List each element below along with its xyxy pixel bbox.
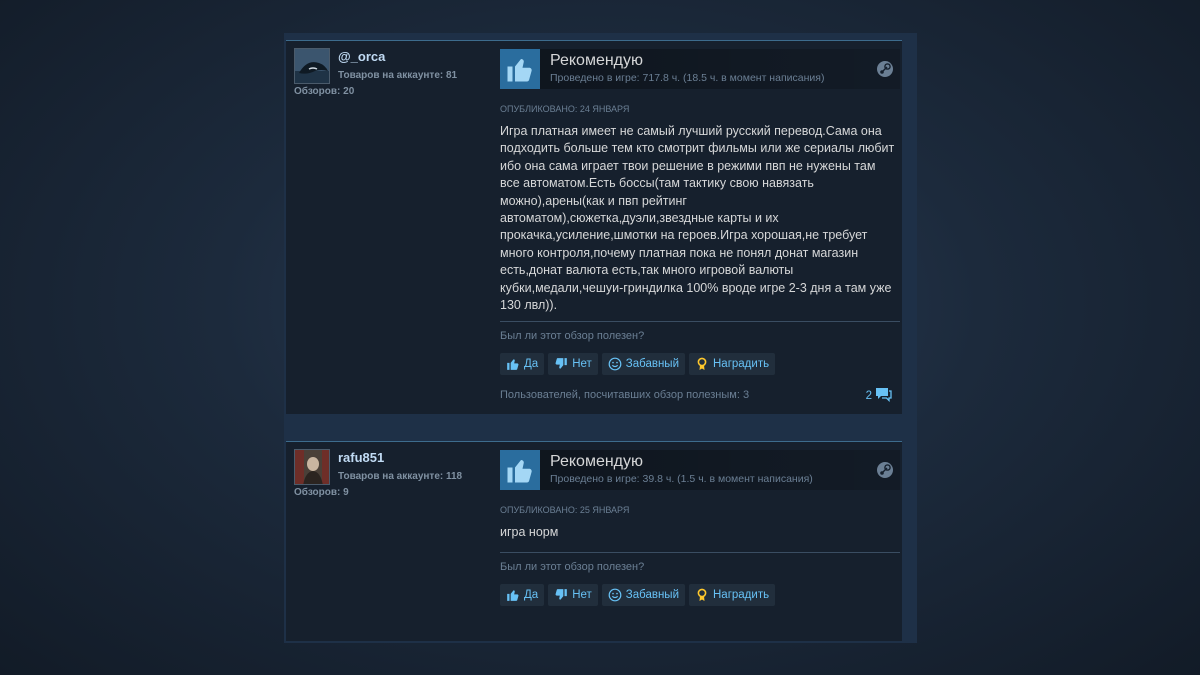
review-divider [284, 414, 917, 441]
vote-funny-button[interactable]: Забавный [601, 584, 685, 606]
review-text: Игра платная имеет не самый лучший русск… [500, 124, 895, 313]
vote-yes-label: Да [524, 589, 539, 601]
separator [500, 321, 900, 322]
steam-icon [876, 461, 894, 479]
thumb-down-small-icon [554, 588, 568, 602]
comments-link[interactable]: 2 [866, 387, 892, 405]
avatar[interactable] [294, 48, 330, 84]
review-card: @_orca Товаров на аккаунте: 81 Обзоров: … [286, 40, 902, 414]
hours-played: Проведено в игре: 717.8 ч. (18.5 ч. в мо… [550, 72, 825, 84]
award-icon [695, 588, 709, 602]
award-label: Наградить [713, 358, 770, 370]
vote-funny-label: Забавный [625, 358, 679, 370]
avatar[interactable] [294, 449, 330, 485]
thumb-up-small-icon [506, 588, 520, 602]
author-games-count[interactable]: Товаров на аккаунте: 118 [338, 471, 462, 482]
vote-no-label: Нет [572, 358, 592, 370]
vote-no-button[interactable]: Нет [548, 584, 598, 606]
posted-date: ОПУБЛИКОВАНО: 24 ЯНВАРЯ [500, 104, 630, 114]
vote-buttons: Да Нет Забавный Наградить [500, 584, 776, 606]
vote-yes-button[interactable]: Да [500, 584, 545, 606]
author-reviews-count[interactable]: Обзоров: 9 [294, 487, 349, 498]
smiley-icon [608, 588, 622, 602]
thumb-down-small-icon [554, 357, 568, 371]
thumbs-up-icon [500, 49, 540, 89]
author-reviews-count[interactable]: Обзоров: 20 [294, 86, 354, 97]
hours-played: Проведено в игре: 39.8 ч. (1.5 ч. в моме… [550, 473, 813, 485]
comments-count: 2 [865, 390, 872, 402]
steam-icon [876, 60, 894, 78]
vote-no-label: Нет [572, 589, 592, 601]
helpful-question: Был ли этот обзор полезен? [500, 330, 645, 342]
award-button[interactable]: Наградить [689, 353, 776, 375]
vote-funny-label: Забавный [625, 589, 679, 601]
author-name[interactable]: rafu851 [338, 450, 384, 465]
comment-icon [875, 387, 892, 405]
thumbs-up-icon [500, 450, 540, 490]
vote-title: Рекомендую [550, 453, 644, 470]
award-label: Наградить [713, 589, 770, 601]
helpful-count: Пользователей, посчитавших обзор полезны… [500, 389, 750, 401]
vote-header[interactable]: Рекомендую Проведено в игре: 39.8 ч. (1.… [500, 450, 900, 490]
vote-yes-label: Да [524, 358, 539, 370]
thumb-up-small-icon [506, 357, 520, 371]
vote-no-button[interactable]: Нет [548, 353, 598, 375]
vote-yes-button[interactable]: Да [500, 353, 545, 375]
author-games-count[interactable]: Товаров на аккаунте: 81 [338, 70, 457, 81]
award-button[interactable]: Наградить [689, 584, 776, 606]
vote-header[interactable]: Рекомендую Проведено в игре: 717.8 ч. (1… [500, 49, 900, 89]
separator [500, 552, 900, 553]
review-card: rafu851 Товаров на аккаунте: 118 Обзоров… [286, 441, 902, 641]
author-name[interactable]: @_orca [338, 49, 385, 64]
vote-buttons: Да Нет Забавный Наградить [500, 353, 776, 375]
posted-date: ОПУБЛИКОВАНО: 25 ЯНВАРЯ [500, 505, 630, 515]
award-icon [695, 357, 709, 371]
helpful-question: Был ли этот обзор полезен? [500, 561, 645, 573]
vote-title: Рекомендую [550, 52, 644, 69]
smiley-icon [608, 357, 622, 371]
vote-funny-button[interactable]: Забавный [601, 353, 685, 375]
review-text: игра норм [500, 525, 559, 539]
